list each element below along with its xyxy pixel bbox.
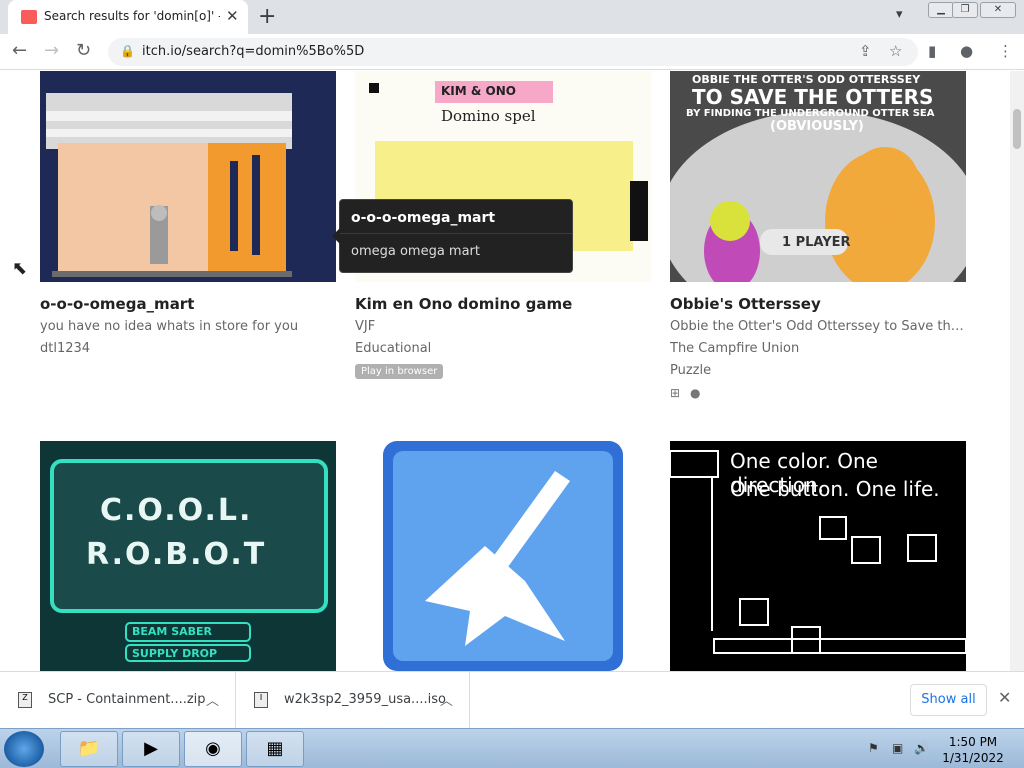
window-close-button[interactable]: ✕ bbox=[980, 2, 1016, 18]
game-genre: Puzzle bbox=[670, 363, 712, 378]
bookmark-star-icon[interactable]: ☆ bbox=[889, 42, 902, 60]
side-panel-icon[interactable]: ▮ bbox=[928, 42, 936, 60]
explorer-folder-icon[interactable]: 📁 bbox=[60, 731, 118, 767]
apple-icon: ● bbox=[690, 386, 701, 400]
new-tab-button[interactable]: + bbox=[258, 4, 276, 29]
start-button[interactable] bbox=[4, 731, 44, 767]
game-author[interactable]: VJF bbox=[355, 319, 651, 334]
clock-time: 1:50 PM bbox=[948, 735, 998, 749]
share-icon[interactable]: ⇪ bbox=[859, 42, 872, 60]
clock-date: 1/31/2022 bbox=[942, 751, 1004, 765]
dragon-sword-cover-art bbox=[383, 441, 623, 671]
tab-close-icon[interactable]: ✕ bbox=[226, 7, 239, 25]
menu-dots-icon[interactable]: ⋮ bbox=[998, 42, 1013, 60]
active-tab[interactable]: Search results for 'domin[o]' - itch.io … bbox=[8, 0, 248, 34]
windows-taskbar: 📁 ▶ ◉ ▦ ⚑ ▣ 🔊 1:50 PM 1/31/2022 bbox=[0, 728, 1024, 768]
game-thumbnail[interactable] bbox=[40, 71, 336, 282]
game-title[interactable]: Kim en Ono domino game bbox=[355, 295, 572, 313]
download-filename[interactable]: SCP - Containment....zip bbox=[48, 692, 206, 707]
windows-icon: ⊞ bbox=[670, 386, 681, 400]
tooltip-title: o-o-o-omega_mart bbox=[351, 210, 496, 226]
thumb-text: (OBVIOUSLY) bbox=[770, 119, 864, 134]
download-filename[interactable]: w2k3sp2_3959_usa....iso bbox=[284, 692, 446, 707]
game-author[interactable]: dtl1234 bbox=[40, 341, 336, 356]
address-bar[interactable]: 🔒 itch.io/search?q=domin%5Bo%5D bbox=[108, 38, 918, 66]
zip-file-icon: Z bbox=[18, 692, 32, 708]
iso-file-icon: I bbox=[254, 692, 268, 708]
media-player-icon[interactable]: ▶ bbox=[122, 731, 180, 767]
tab-search-chevron-icon[interactable]: ▾ bbox=[896, 7, 903, 22]
game-title[interactable]: o-o-o-omega_mart bbox=[40, 295, 194, 313]
game-genre: Educational bbox=[355, 341, 432, 356]
thumb-text: SUPPLY DROP bbox=[132, 647, 218, 660]
chevron-up-icon[interactable]: ︿ bbox=[206, 690, 219, 709]
search-results-page: o-o-o-omega_mart you have no idea whats … bbox=[0, 71, 1010, 671]
back-arrow-icon[interactable]: ← bbox=[12, 40, 27, 61]
tab-title: Search results for 'domin[o]' - itch.io bbox=[44, 9, 220, 23]
game-thumbnail[interactable]: C.O.O.L. R.O.B.O.T BEAM SABER SUPPLY DRO… bbox=[40, 441, 336, 671]
system-clock[interactable]: 1:50 PM 1/31/2022 bbox=[938, 734, 1008, 766]
downloads-bar: Z SCP - Containment....zip ︿ I w2k3sp2_3… bbox=[0, 671, 1024, 729]
lock-icon: 🔒 bbox=[120, 44, 135, 58]
volume-icon[interactable]: 🔊 bbox=[914, 741, 929, 755]
game-tooltip: o-o-o-omega_mart omega omega mart bbox=[332, 199, 573, 273]
thumb-text: One button. One life. bbox=[730, 477, 940, 501]
thumb-text: KIM & ONO bbox=[441, 84, 516, 98]
mouse-pointer-icon: ⬉ bbox=[12, 258, 28, 279]
download-item[interactable]: I w2k3sp2_3959_usa....iso ︿ bbox=[236, 672, 470, 729]
network-icon[interactable]: ▣ bbox=[892, 741, 903, 755]
sticky-notes-icon[interactable]: ▦ bbox=[246, 731, 304, 767]
tab-strip: Search results for 'domin[o]' - itch.io … bbox=[0, 0, 1024, 34]
game-short-text: you have no idea whats in store for you bbox=[40, 319, 299, 334]
thumb-text: BY FINDING THE UNDERGROUND OTTER SEA bbox=[686, 108, 935, 119]
scrollbar-thumb[interactable] bbox=[1013, 109, 1021, 149]
tooltip-arrow bbox=[332, 228, 340, 244]
thumb-text: C.O.O.L. bbox=[100, 493, 253, 528]
chevron-up-icon[interactable]: ︿ bbox=[440, 690, 453, 709]
itchio-favicon-icon bbox=[21, 10, 37, 24]
thumb-text: TO SAVE THE OTTERS bbox=[692, 85, 934, 109]
flag-icon[interactable]: ⚑ bbox=[868, 741, 879, 755]
game-title[interactable]: Obbie's Otterssey bbox=[670, 295, 821, 313]
profile-avatar-icon[interactable]: ● bbox=[960, 42, 973, 60]
thumb-text: R.O.B.O.T bbox=[86, 537, 267, 572]
play-in-browser-badge: Play in browser bbox=[355, 364, 444, 379]
game-short-text: Obbie the Otter's Odd Otterssey to Save … bbox=[670, 319, 966, 334]
game-thumbnail[interactable]: OBBIE THE OTTER'S ODD OTTERSSEY TO SAVE … bbox=[670, 71, 966, 282]
close-downloads-icon[interactable]: ✕ bbox=[998, 688, 1011, 707]
chrome-icon[interactable]: ◉ bbox=[184, 731, 242, 767]
game-thumbnail[interactable]: One color. One direction. One button. On… bbox=[670, 441, 966, 671]
omega-mart-cover-art bbox=[40, 71, 336, 282]
game-thumbnail[interactable] bbox=[355, 441, 651, 671]
minimize-button[interactable]: ▁ bbox=[928, 2, 954, 18]
game-author[interactable]: The Campfire Union bbox=[670, 341, 966, 356]
forward-arrow-icon[interactable]: → bbox=[44, 40, 59, 61]
reload-icon[interactable]: ↻ bbox=[76, 40, 91, 61]
tooltip-divider bbox=[340, 233, 572, 234]
thumb-text: Domino spel bbox=[441, 107, 536, 125]
url-text[interactable]: itch.io/search?q=domin%5Bo%5D bbox=[142, 44, 364, 59]
download-item[interactable]: Z SCP - Containment....zip ︿ bbox=[0, 672, 236, 729]
thumb-text: 1 PLAYER bbox=[782, 235, 851, 250]
show-all-button[interactable]: Show all bbox=[910, 684, 987, 716]
page-scrollbar[interactable] bbox=[1010, 71, 1024, 671]
restore-button[interactable]: ❐ bbox=[952, 2, 978, 18]
thumb-text: BEAM SABER bbox=[132, 625, 212, 638]
tooltip-subtitle: omega omega mart bbox=[351, 244, 481, 259]
